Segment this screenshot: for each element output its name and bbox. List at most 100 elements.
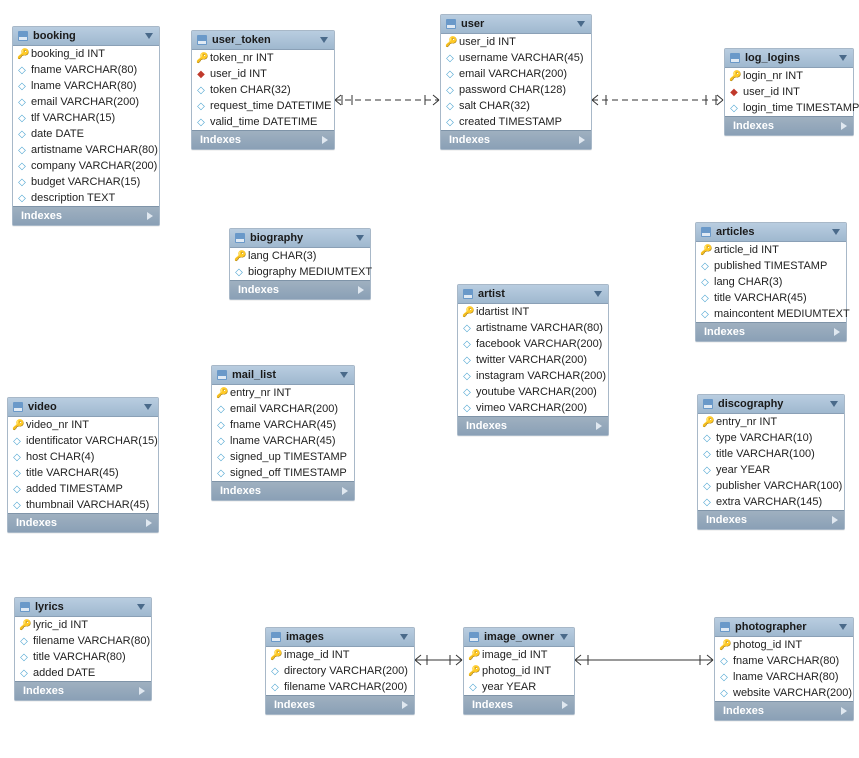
column-row[interactable]: ◇fname VARCHAR(80): [715, 653, 853, 669]
column-row[interactable]: ◇title VARCHAR(100): [698, 446, 844, 462]
collapse-icon[interactable]: [144, 404, 152, 410]
column-row[interactable]: ◇budget VARCHAR(15): [13, 174, 159, 190]
column-row[interactable]: 🔑user_id INT: [441, 34, 591, 50]
table-log-logins[interactable]: log_logins 🔑login_nr INT◆user_id INT◇log…: [724, 48, 854, 136]
column-row[interactable]: ◇date DATE: [13, 126, 159, 142]
column-row[interactable]: ◇fname VARCHAR(45): [212, 417, 354, 433]
column-row[interactable]: ◇password CHAR(128): [441, 82, 591, 98]
column-row[interactable]: 🔑booking_id INT: [13, 46, 159, 62]
column-row[interactable]: ◇year YEAR: [698, 462, 844, 478]
table-video[interactable]: video 🔑video_nr INT◇identificator VARCHA…: [7, 397, 159, 533]
collapse-icon[interactable]: [137, 604, 145, 610]
table-header[interactable]: artist: [458, 285, 608, 304]
table-header[interactable]: lyrics: [15, 598, 151, 617]
table-artist[interactable]: artist 🔑idartist INT◇artistname VARCHAR(…: [457, 284, 609, 436]
table-header[interactable]: mail_list: [212, 366, 354, 385]
collapse-icon[interactable]: [145, 33, 153, 39]
column-row[interactable]: 🔑lyric_id INT: [15, 617, 151, 633]
table-mail-list[interactable]: mail_list 🔑entry_nr INT◇email VARCHAR(20…: [211, 365, 355, 501]
indexes-section[interactable]: Indexes: [8, 513, 158, 532]
table-biography[interactable]: biography 🔑lang CHAR(3)◇biography MEDIUM…: [229, 228, 371, 300]
column-row[interactable]: ◇filename VARCHAR(200): [266, 679, 414, 695]
column-row[interactable]: ◇company VARCHAR(200): [13, 158, 159, 174]
indexes-section[interactable]: Indexes: [212, 481, 354, 500]
column-row[interactable]: ◇login_time TIMESTAMP: [725, 100, 853, 116]
column-row[interactable]: ◇type VARCHAR(10): [698, 430, 844, 446]
table-header[interactable]: user: [441, 15, 591, 34]
column-row[interactable]: ◇created TIMESTAMP: [441, 114, 591, 130]
column-row[interactable]: 🔑video_nr INT: [8, 417, 158, 433]
column-row[interactable]: 🔑login_nr INT: [725, 68, 853, 84]
table-header[interactable]: articles: [696, 223, 846, 242]
collapse-icon[interactable]: [560, 634, 568, 640]
collapse-icon[interactable]: [320, 37, 328, 43]
column-row[interactable]: ◇title VARCHAR(80): [15, 649, 151, 665]
table-header[interactable]: biography: [230, 229, 370, 248]
collapse-icon[interactable]: [839, 55, 847, 61]
collapse-icon[interactable]: [400, 634, 408, 640]
column-row[interactable]: 🔑photog_id INT: [464, 663, 574, 679]
table-user[interactable]: user 🔑user_id INT◇username VARCHAR(45)◇e…: [440, 14, 592, 150]
indexes-section[interactable]: Indexes: [725, 116, 853, 135]
column-row[interactable]: ◇signed_up TIMESTAMP: [212, 449, 354, 465]
table-header[interactable]: image_owner: [464, 628, 574, 647]
column-row[interactable]: ◇vimeo VARCHAR(200): [458, 400, 608, 416]
collapse-icon[interactable]: [594, 291, 602, 297]
column-row[interactable]: ◇lang CHAR(3): [696, 274, 846, 290]
column-row[interactable]: ◇tlf VARCHAR(15): [13, 110, 159, 126]
column-row[interactable]: ◇lname VARCHAR(45): [212, 433, 354, 449]
column-row[interactable]: 🔑image_id INT: [266, 647, 414, 663]
column-row[interactable]: ◇artistname VARCHAR(80): [458, 320, 608, 336]
column-row[interactable]: 🔑image_id INT: [464, 647, 574, 663]
column-row[interactable]: ◇website VARCHAR(200): [715, 685, 853, 701]
collapse-icon[interactable]: [340, 372, 348, 378]
column-row[interactable]: ◇maincontent MEDIUMTEXT: [696, 306, 846, 322]
table-images[interactable]: images 🔑image_id INT◇directory VARCHAR(2…: [265, 627, 415, 715]
column-row[interactable]: ◇thumbnail VARCHAR(45): [8, 497, 158, 513]
column-row[interactable]: ◇published TIMESTAMP: [696, 258, 846, 274]
indexes-section[interactable]: Indexes: [266, 695, 414, 714]
table-lyrics[interactable]: lyrics 🔑lyric_id INT◇filename VARCHAR(80…: [14, 597, 152, 701]
indexes-section[interactable]: Indexes: [13, 206, 159, 225]
column-row[interactable]: ◇description TEXT: [13, 190, 159, 206]
table-header[interactable]: images: [266, 628, 414, 647]
column-row[interactable]: ◇request_time DATETIME: [192, 98, 334, 114]
column-row[interactable]: ◇filename VARCHAR(80): [15, 633, 151, 649]
collapse-icon[interactable]: [830, 401, 838, 407]
indexes-section[interactable]: Indexes: [464, 695, 574, 714]
table-header[interactable]: photographer: [715, 618, 853, 637]
column-row[interactable]: 🔑entry_nr INT: [698, 414, 844, 430]
table-user-token[interactable]: user_token 🔑token_nr INT◆user_id INT◇tok…: [191, 30, 335, 150]
column-row[interactable]: 🔑idartist INT: [458, 304, 608, 320]
indexes-section[interactable]: Indexes: [15, 681, 151, 700]
column-row[interactable]: ◇biography MEDIUMTEXT: [230, 264, 370, 280]
column-row[interactable]: 🔑lang CHAR(3): [230, 248, 370, 264]
indexes-section[interactable]: Indexes: [192, 130, 334, 149]
table-image-owner[interactable]: image_owner 🔑image_id INT🔑photog_id INT◇…: [463, 627, 575, 715]
column-row[interactable]: ◇email VARCHAR(200): [13, 94, 159, 110]
indexes-section[interactable]: Indexes: [458, 416, 608, 435]
indexes-section[interactable]: Indexes: [441, 130, 591, 149]
table-header[interactable]: log_logins: [725, 49, 853, 68]
column-row[interactable]: ◇host CHAR(4): [8, 449, 158, 465]
table-articles[interactable]: articles 🔑article_id INT◇published TIMES…: [695, 222, 847, 342]
column-row[interactable]: ◇instagram VARCHAR(200): [458, 368, 608, 384]
column-row[interactable]: 🔑photog_id INT: [715, 637, 853, 653]
column-row[interactable]: ◇twitter VARCHAR(200): [458, 352, 608, 368]
collapse-icon[interactable]: [839, 624, 847, 630]
column-row[interactable]: ◇title VARCHAR(45): [8, 465, 158, 481]
collapse-icon[interactable]: [577, 21, 585, 27]
column-row[interactable]: ◇fname VARCHAR(80): [13, 62, 159, 78]
column-row[interactable]: ◇valid_time DATETIME: [192, 114, 334, 130]
column-row[interactable]: ◇email VARCHAR(200): [212, 401, 354, 417]
column-row[interactable]: ◇youtube VARCHAR(200): [458, 384, 608, 400]
collapse-icon[interactable]: [356, 235, 364, 241]
column-row[interactable]: ◇username VARCHAR(45): [441, 50, 591, 66]
column-row[interactable]: ◆user_id INT: [725, 84, 853, 100]
column-row[interactable]: 🔑token_nr INT: [192, 50, 334, 66]
table-header[interactable]: video: [8, 398, 158, 417]
column-row[interactable]: ◇title VARCHAR(45): [696, 290, 846, 306]
column-row[interactable]: ◆user_id INT: [192, 66, 334, 82]
indexes-section[interactable]: Indexes: [696, 322, 846, 341]
table-header[interactable]: user_token: [192, 31, 334, 50]
